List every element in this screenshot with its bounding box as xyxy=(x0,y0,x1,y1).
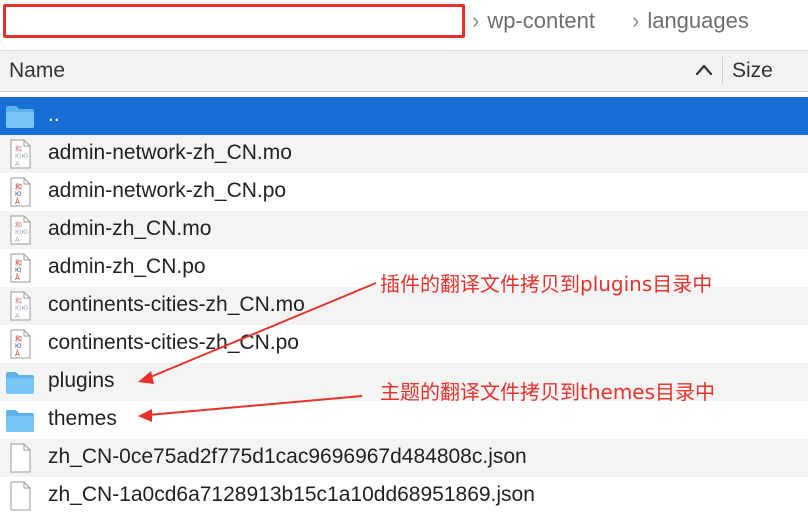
file-row[interactable]: zh_CN-0ce75ad2f775d1cac9696967d484808c.j… xyxy=(0,439,808,477)
file-name: admin-zh_CN.po xyxy=(48,255,206,278)
svg-text:A: A xyxy=(15,312,20,320)
file-name: admin-network-zh_CN.po xyxy=(48,179,287,202)
mo-file-icon: 和 ЮЮ A xyxy=(4,214,36,246)
file-name: continents-cities-zh_CN.po xyxy=(48,331,299,354)
folder-icon xyxy=(4,366,36,398)
file-name: plugins xyxy=(48,369,115,392)
file-name: zh_CN-0ce75ad2f775d1cac9696967d484808c.j… xyxy=(48,445,527,468)
annotation-plugins: 插件的翻译文件拷贝到plugins目录中 xyxy=(380,272,713,296)
file-name: .. xyxy=(48,103,60,126)
redacted-path-box xyxy=(3,4,465,38)
svg-text:ЮЮ: ЮЮ xyxy=(15,305,28,312)
json-file-icon xyxy=(4,442,36,474)
column-header-name[interactable]: Name xyxy=(9,59,65,83)
path-bar: › wp-content › languages xyxy=(0,0,808,44)
chevron-right-icon: › xyxy=(472,8,480,33)
svg-text:和: 和 xyxy=(15,296,22,305)
file-row[interactable]: themes xyxy=(0,401,808,439)
column-header: Name Size xyxy=(0,50,808,92)
po-file-icon: 和ЮÅ xyxy=(4,252,36,284)
svg-text:ЮЮ: ЮЮ xyxy=(15,229,28,236)
svg-text:A: A xyxy=(15,160,20,168)
svg-text:Å: Å xyxy=(15,197,20,206)
file-row[interactable]: zh_CN-1a0cd6a7128913b15c1a10dd68951869.j… xyxy=(0,477,808,515)
file-name: continents-cities-zh_CN.mo xyxy=(48,293,305,316)
svg-text:和: 和 xyxy=(15,182,22,191)
svg-text:Ю: Ю xyxy=(15,191,22,198)
file-name: admin-network-zh_CN.mo xyxy=(48,141,292,164)
svg-text:和: 和 xyxy=(15,258,22,267)
svg-text:A: A xyxy=(15,236,20,244)
svg-text:和: 和 xyxy=(15,334,22,343)
folder-icon xyxy=(4,404,36,436)
file-name: admin-zh_CN.mo xyxy=(48,217,212,240)
svg-text:ЮЮ: ЮЮ xyxy=(15,153,28,160)
po-file-icon: 和ЮÅ xyxy=(4,328,36,360)
annotation-themes: 主题的翻译文件拷贝到themes目录中 xyxy=(380,380,716,404)
svg-text:Ю: Ю xyxy=(15,267,22,274)
json-file-icon xyxy=(4,480,36,512)
file-name: themes xyxy=(48,407,117,430)
breadcrumb-item-languages[interactable]: › languages xyxy=(632,8,749,34)
file-row[interactable]: 和 ЮЮ Aadmin-network-zh_CN.mo xyxy=(0,135,808,173)
column-divider[interactable] xyxy=(722,57,723,85)
file-row[interactable]: 和 ЮЮ Aadmin-zh_CN.mo xyxy=(0,211,808,249)
folder-icon xyxy=(4,100,36,132)
svg-text:Å: Å xyxy=(15,273,20,282)
file-list: .. 和 ЮЮ Aadmin-network-zh_CN.mo 和 Ю Åadmin-net… xyxy=(0,97,808,515)
mo-file-icon: 和 ЮЮ A xyxy=(4,138,36,170)
file-row[interactable]: 和 Ю Åadmin-network-zh_CN.po xyxy=(0,173,808,211)
column-header-size[interactable]: Size xyxy=(732,59,773,83)
mo-file-icon: 和 ЮЮ A xyxy=(4,290,36,322)
svg-text:Ю: Ю xyxy=(15,343,22,350)
svg-text:Å: Å xyxy=(15,349,20,358)
svg-text:和: 和 xyxy=(15,220,22,229)
breadcrumb-item-wp-content[interactable]: › wp-content xyxy=(472,8,595,34)
chevron-right-icon: › xyxy=(632,8,640,33)
svg-text:和: 和 xyxy=(15,144,22,153)
sort-ascending-icon[interactable] xyxy=(692,57,716,83)
file-row[interactable]: .. xyxy=(0,97,808,135)
po-file-icon: 和ЮÅ xyxy=(4,176,36,208)
file-name: zh_CN-1a0cd6a7128913b15c1a10dd68951869.j… xyxy=(48,483,535,506)
file-row[interactable]: 和 Ю Åcontinents-cities-zh_CN.po xyxy=(0,325,808,363)
